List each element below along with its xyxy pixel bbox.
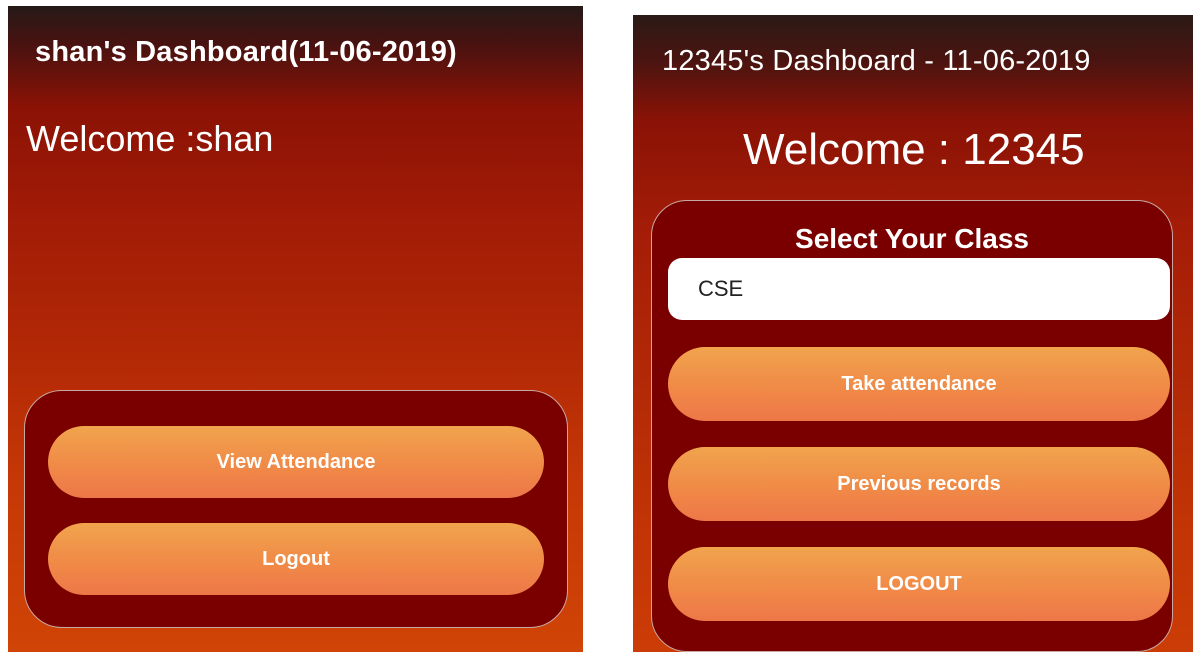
actions-panel: View Attendance Logout	[24, 390, 568, 628]
view-attendance-button[interactable]: View Attendance	[48, 426, 544, 498]
welcome-text: Welcome : 12345	[743, 125, 1085, 174]
logout-button[interactable]: Logout	[48, 523, 544, 595]
student-dashboard-screen: shan's Dashboard(11-06-2019) Welcome :sh…	[8, 6, 583, 652]
class-actions-panel: Select Your Class CSE Take attendance Pr…	[651, 200, 1173, 652]
logout-button[interactable]: LOGOUT	[668, 547, 1170, 621]
class-dropdown[interactable]: CSE	[668, 258, 1170, 320]
teacher-dashboard-screen: 12345's Dashboard - 11-06-2019 Welcome :…	[633, 15, 1193, 652]
dashboard-title: 12345's Dashboard - 11-06-2019	[662, 45, 1091, 77]
previous-records-button[interactable]: Previous records	[668, 447, 1170, 521]
take-attendance-button[interactable]: Take attendance	[668, 347, 1170, 421]
select-class-heading: Select Your Class	[795, 223, 1029, 254]
welcome-text: Welcome :shan	[26, 118, 274, 159]
dashboard-title: shan's Dashboard(11-06-2019)	[35, 36, 457, 68]
